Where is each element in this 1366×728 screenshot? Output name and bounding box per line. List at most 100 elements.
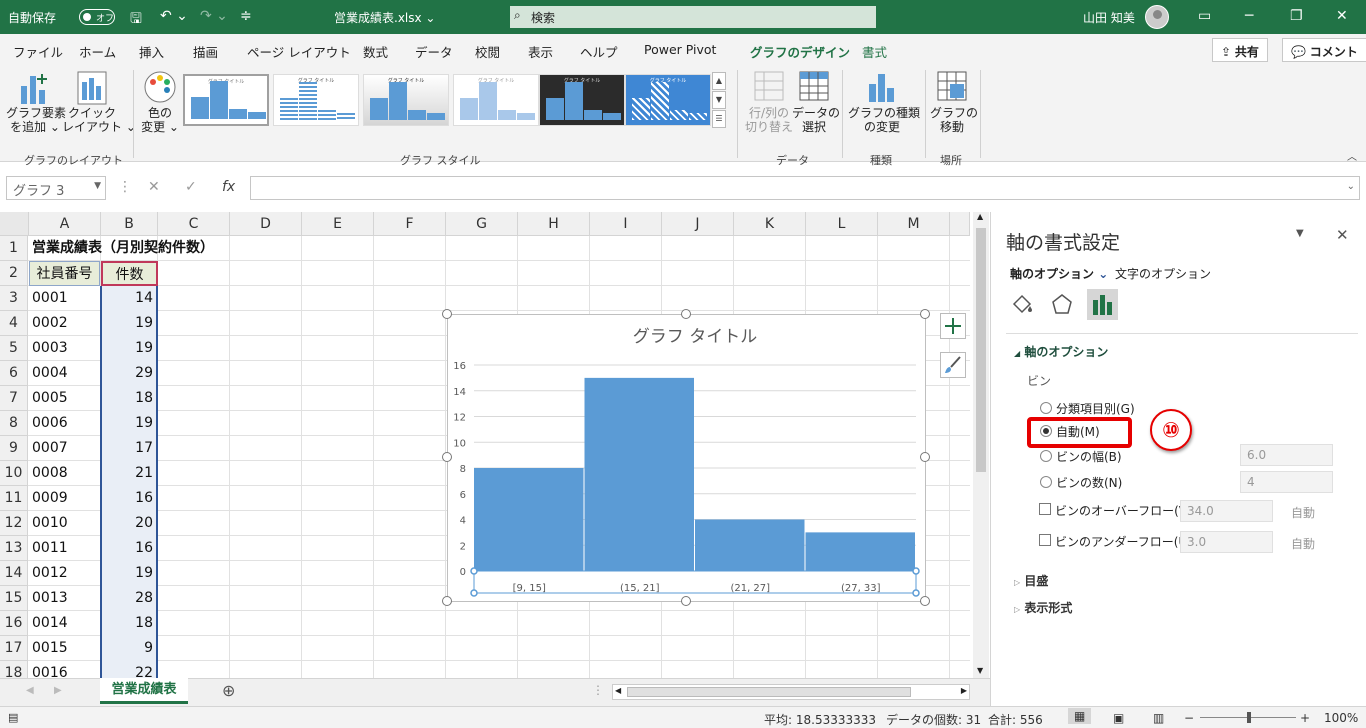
sheet-tab[interactable]: 営業成績表 [100, 678, 188, 704]
overflow-auto-button[interactable]: 自動 [1291, 504, 1315, 521]
column-header-A[interactable]: A [29, 212, 101, 236]
label-bin-count[interactable]: ビンの数(N) [1056, 474, 1122, 491]
employee-id-cell[interactable]: 0002 [29, 311, 99, 336]
histogram-bar[interactable] [805, 532, 916, 571]
ribbon-display-icon[interactable]: ▭ [1198, 8, 1211, 24]
underflow-input[interactable]: 3.0 [1180, 531, 1273, 553]
tab-file[interactable]: ファイル [13, 42, 63, 61]
employee-id-cell[interactable]: 0003 [29, 336, 99, 361]
column-header-E[interactable]: E [302, 212, 374, 236]
chart-style-4[interactable]: グラフ タイトル [453, 74, 539, 126]
file-name[interactable]: 営業成績表.xlsx ⌄ [334, 9, 435, 26]
tab-home[interactable]: ホーム [79, 42, 116, 61]
tab-formulas[interactable]: 数式 [363, 42, 388, 61]
autosave-toggle[interactable]: オフ [79, 9, 115, 25]
histogram-bar[interactable] [695, 519, 805, 572]
zoom-level[interactable]: 100% [1324, 711, 1358, 725]
resize-handle[interactable] [920, 452, 930, 462]
tab-text-options[interactable]: 文字のオプション [1115, 265, 1211, 282]
scroll-left-icon[interactable]: ◀ [615, 686, 621, 695]
row-header[interactable]: 9 [0, 436, 28, 461]
checkbox-overflow[interactable] [1039, 503, 1051, 515]
row-header[interactable]: 3 [0, 286, 28, 311]
restore-icon[interactable]: ❐ [1290, 8, 1303, 24]
chart-style-5[interactable]: グラフ タイトル [539, 74, 625, 126]
bin-width-input[interactable]: 6.0 [1240, 444, 1333, 466]
histogram-chart[interactable]: グラフ タイトル 0 2 4 6 8 10 12 14 16 [9, 15] (15, 21] (21,… [447, 314, 926, 602]
row-header[interactable]: 17 [0, 636, 28, 661]
scroll-right-icon[interactable]: ▶ [961, 686, 967, 695]
column-header-N[interactable] [950, 212, 970, 236]
resize-handle[interactable] [920, 309, 930, 319]
tab-draw[interactable]: 描画 [193, 42, 218, 61]
share-button[interactable]: ⇪ 共有 [1212, 38, 1268, 62]
change-colors-button[interactable]: 色の 変更 ⌄ [138, 106, 182, 134]
employee-id-cell[interactable]: 0010 [29, 511, 99, 536]
split-handle-icon[interactable]: ⋮ [592, 683, 604, 697]
name-box-dropdown-icon[interactable]: ▼ [94, 181, 101, 191]
column-header-I[interactable]: I [590, 212, 662, 236]
tab-review[interactable]: 校閲 [475, 42, 500, 61]
row-header[interactable]: 6 [0, 361, 28, 386]
resize-handle[interactable] [920, 596, 930, 606]
tab-power-pivot[interactable]: Power Pivot [644, 42, 716, 57]
tab-data[interactable]: データ [415, 42, 453, 61]
chart-style-1[interactable]: グラフ タイトル [183, 74, 269, 126]
zoom-in-icon[interactable]: + [1300, 711, 1310, 725]
add-chart-element-button[interactable]: グラフ要素 を追加 ⌄ [6, 106, 66, 134]
chart-style-2[interactable]: グラフ タイトル [273, 74, 359, 126]
column-header-C[interactable]: C [158, 212, 230, 236]
resize-handle[interactable] [442, 309, 452, 319]
row-header[interactable]: 10 [0, 461, 28, 486]
tab-chart-design[interactable]: グラフのデザイン [750, 42, 851, 67]
insert-function-icon[interactable]: fx [222, 179, 235, 195]
tab-page-layout[interactable]: ページ レイアウト [247, 42, 351, 61]
quick-layout-button[interactable]: クイック レイアウト ⌄ [62, 106, 136, 134]
vertical-scroll-thumb[interactable] [976, 228, 986, 472]
row-header[interactable]: 16 [0, 611, 28, 636]
row-header[interactable]: 7 [0, 386, 28, 411]
redo-icon[interactable]: ↷ ⌄ [200, 8, 228, 24]
switch-row-column-button[interactable]: 行/列の 切り替え [744, 106, 794, 134]
number-format-section[interactable]: ▷ 表示形式 [1014, 599, 1072, 616]
employee-id-cell[interactable]: 0001 [29, 286, 99, 311]
employee-id-cell[interactable]: 0014 [29, 611, 99, 636]
sheet-title-cell[interactable]: 営業成績表（月別契約件数） [29, 236, 329, 261]
gallery-down-button[interactable]: ▼ [712, 91, 726, 109]
column-header-J[interactable]: J [662, 212, 734, 236]
formula-input[interactable]: ⌄ [250, 176, 1360, 200]
vertical-scrollbar[interactable]: ▲ ▼ [973, 212, 989, 678]
undo-icon[interactable]: ↶ ⌄ [160, 8, 188, 24]
histogram-bar[interactable] [474, 468, 584, 571]
pane-options-icon[interactable]: ▼ [1296, 228, 1304, 239]
tab-insert[interactable]: 挿入 [139, 42, 164, 61]
horizontal-scrollbar[interactable]: ◀ ▶ [612, 684, 970, 700]
resize-handle[interactable] [442, 596, 452, 606]
column-header-L[interactable]: L [806, 212, 878, 236]
resize-handle[interactable] [681, 309, 691, 319]
normal-view-icon[interactable]: ▦ [1068, 708, 1092, 724]
radio-bin-count[interactable] [1040, 476, 1052, 488]
collapse-ribbon-icon[interactable]: ︿ [1347, 148, 1357, 163]
page-layout-view-icon[interactable]: ▣ [1113, 711, 1124, 725]
histogram-bar[interactable] [584, 377, 695, 571]
employee-id-cell[interactable]: 0005 [29, 386, 99, 411]
axis-options-icon-button[interactable] [1087, 289, 1118, 320]
search-box[interactable]: ⌕ 検索 [510, 6, 876, 28]
chart-style-6[interactable]: グラフ タイトル [625, 74, 711, 126]
tab-axis-options[interactable]: 軸のオプション ⌄ [1010, 265, 1108, 282]
row-header[interactable]: 1 [0, 236, 28, 261]
fill-line-icon[interactable] [1009, 292, 1035, 318]
column-header-H[interactable]: H [518, 212, 590, 236]
row-header[interactable]: 11 [0, 486, 28, 511]
page-break-view-icon[interactable]: ▥ [1153, 711, 1164, 725]
employee-id-cell[interactable]: 0004 [29, 361, 99, 386]
employee-id-cell[interactable]: 0011 [29, 536, 99, 561]
gallery-more-button[interactable]: ☰ [712, 110, 726, 128]
column-header-M[interactable]: M [878, 212, 950, 236]
row-header[interactable]: 5 [0, 336, 28, 361]
minimize-icon[interactable]: ─ [1245, 8, 1253, 24]
employee-id-cell[interactable]: 0012 [29, 561, 99, 586]
row-header[interactable]: 2 [0, 261, 28, 286]
effects-icon[interactable] [1049, 292, 1075, 318]
